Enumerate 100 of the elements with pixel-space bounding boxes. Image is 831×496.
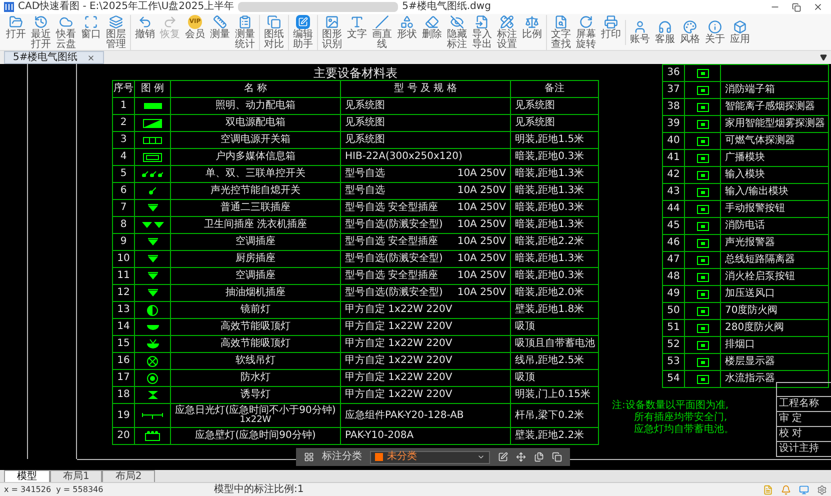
table-cell: 输入模块 [725,170,765,180]
scale-icon [525,14,539,28]
move-icon[interactable] [516,452,526,462]
layout-tab[interactable]: 布局2 [102,470,155,482]
toolbar-button[interactable]: 删除 [420,14,444,40]
palette-icon [683,20,697,34]
table-cell: 明装,门上0.15米 [511,387,599,404]
category-select[interactable]: 未分类 [370,450,490,464]
edit-icon[interactable] [498,452,508,462]
toolbar-button[interactable]: 图纸对比 [262,14,286,50]
toolbar-button[interactable]: 打开 [4,14,28,40]
table-cell: 空调插座 [236,237,276,247]
layout-tab[interactable]: 模型 [4,470,50,482]
toolbar-button[interactable]: 形状 [395,14,419,40]
table-cell: 壁装,距地1.8米 [511,302,599,319]
undo-icon [138,14,152,28]
cube-icon [733,20,747,34]
legend-symbol-icon [148,391,158,399]
toolbar-button[interactable]: 文字 [345,14,369,40]
table-cell: 11 [113,268,135,285]
table-cell: HIB-22A(300x250x120) [345,152,462,162]
toolbar-button[interactable]: 窗口 [79,14,103,40]
table-cell: 普通二三联插座 [220,203,290,213]
table-cell: PAK-Y10-208A [345,431,414,441]
table-cell: 可燃气体探测器 [725,136,795,146]
column-header: 序号 [113,81,135,98]
table-cell: 47 [663,252,685,269]
table-cell: 51 [663,320,685,337]
legend-symbol-icon [142,412,163,418]
table-cell: 37 [663,82,685,99]
toolbar-button[interactable]: 应用 [728,20,752,44]
table-cell: 6 [113,183,135,200]
legend-symbol-icon [143,136,162,144]
device-symbol-icon [696,340,708,350]
table-cell: 空调插座 [236,271,276,281]
table-cell: 见系统图 [511,115,599,132]
toolbar-button[interactable]: 账号 [628,20,652,44]
toolbar-button[interactable]: 画直线 [370,14,394,50]
layout-tab[interactable]: 布局1 [50,470,102,482]
monitor-icon[interactable] [799,484,809,494]
toolbar-button[interactable]: 打印 [599,14,623,40]
toolbar-button[interactable]: 导入导出 [470,14,494,50]
close-icon[interactable] [813,2,823,12]
table-cell: 声光报警器 [725,238,775,248]
toolbar-button[interactable]: 图形识别 [320,14,344,50]
toolbar-button[interactable]: 快看云盘 [54,14,78,50]
toolbar-button[interactable]: 测量统计 [233,14,257,50]
toolbar-button[interactable]: 编辑助手 [291,14,315,50]
device-symbol-icon [696,136,708,146]
table-cell: 280度防火阀 [725,323,784,333]
table-cell: 1 [113,98,135,115]
legend-symbol-icon [147,372,158,384]
table-cell: 17 [113,370,135,387]
toolbar-button[interactable]: 客服 [653,20,677,44]
table-title: 主要设备材料表 [314,66,398,80]
duplicate-icon[interactable] [552,452,562,462]
scale-text: 模型中的标注比例:1 [214,484,304,494]
toolbar-button[interactable]: 比例 [520,14,544,40]
toolbar-button[interactable]: 文字查找 [549,14,573,50]
table-cell: 型号自选 安全型插座 [345,237,438,247]
document-tab[interactable]: 5#楼电气图纸 [4,51,104,64]
device-symbol-icon [696,102,708,112]
user-icon [633,20,647,34]
settings-icon[interactable] [817,484,827,494]
toolbar-button[interactable]: 隐藏标注 [445,14,469,50]
table-cell: 总线短路隔离器 [725,255,795,265]
toolbar-button[interactable]: 关于 [703,20,727,44]
table-cell: 楼层显示器 [725,357,775,367]
device-symbol-icon [696,290,708,298]
table-cell: 54 [663,371,685,388]
table-cell: 10A 250V [457,203,506,213]
toolbar-button[interactable]: 撤销 [133,14,157,40]
toolbar-button[interactable]: 图层管理 [104,14,128,50]
table-cell: 10A 250V [457,254,506,264]
table-cell: 70度防火阀 [725,306,778,316]
table-cell: 智能离子感烟探测器 [725,102,815,112]
grid-icon[interactable] [304,452,314,462]
headset-icon [658,20,672,34]
toolbar-button[interactable]: 风格 [678,20,702,44]
restore-icon[interactable] [792,2,801,12]
table-cell: 7 [113,200,135,217]
table-cell: 暗装,距地0.3米 [511,268,599,285]
toolbar-button[interactable]: 最近打开 [29,14,53,50]
toolbar-button[interactable]: 测量 [208,14,232,40]
table-cell: 防水灯 [240,373,270,383]
copy-icon[interactable] [534,452,544,462]
toolbar-button[interactable]: 标注设置 [495,14,519,50]
dropdown-icon[interactable] [820,54,827,61]
legend-symbol-icon [148,204,158,212]
table-cell: 壁装,距地2.2米 [511,428,599,445]
legend-symbol-icon [147,356,158,366]
column-header: 图 例 [135,81,171,98]
drawing-canvas[interactable] [0,64,831,470]
table-cell: 19 [113,404,135,428]
table-cell: 38 [663,99,685,116]
table-cell: 型号自选 安全型插座 [345,203,438,213]
toolbar-button[interactable]: 屏幕旋转 [574,14,598,50]
table-cell: 消防电话 [725,221,765,231]
title-block-label: 工程名称 [779,399,819,409]
close-icon[interactable] [87,54,95,62]
